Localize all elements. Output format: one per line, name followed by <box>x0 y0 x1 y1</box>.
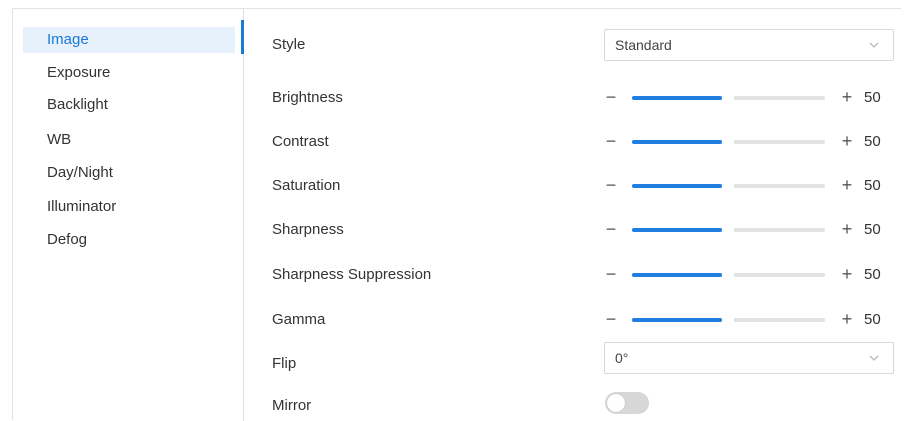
saturation-slider[interactable] <box>632 181 825 191</box>
brightness-slider[interactable] <box>632 93 825 103</box>
contrast-increase-button[interactable]: + <box>840 131 854 151</box>
contrast-slider[interactable] <box>632 137 825 147</box>
sidebar-item-illuminator[interactable]: Illuminator <box>23 194 235 220</box>
gamma-label: Gamma <box>272 311 326 328</box>
gamma-slider-handle[interactable] <box>722 315 734 325</box>
contrast-value: 50 <box>864 133 881 150</box>
sidebar-item-defog[interactable]: Defog <box>23 227 235 253</box>
sharpness-label: Sharpness <box>272 221 344 238</box>
style-select[interactable]: Standard <box>604 29 894 61</box>
contrast-label: Contrast <box>272 133 329 150</box>
style-label: Style <box>272 36 306 53</box>
saturation-decrease-button[interactable]: − <box>604 175 618 195</box>
sidebar-item-wb[interactable]: WB <box>23 127 235 153</box>
gamma-slider[interactable] <box>632 315 825 325</box>
saturation-slider-fill <box>632 184 722 188</box>
gamma-increase-button[interactable]: + <box>840 309 854 329</box>
chevron-down-icon <box>869 42 879 48</box>
saturation-label: Saturation <box>272 177 341 194</box>
saturation-increase-button[interactable]: + <box>840 175 854 195</box>
gamma-value: 50 <box>864 311 881 328</box>
sharpness-slider[interactable] <box>632 225 825 235</box>
gamma-slider-fill <box>632 318 722 322</box>
saturation-slider-handle[interactable] <box>722 181 734 191</box>
chevron-down-icon <box>869 355 879 361</box>
flip-select-value: 0° <box>615 350 629 366</box>
sharpness-suppression-slider-fill <box>632 273 722 277</box>
active-indicator <box>241 20 244 54</box>
sharpness-slider-handle[interactable] <box>722 225 734 235</box>
sharpness-suppression-value: 50 <box>864 266 881 283</box>
contrast-decrease-button[interactable]: − <box>604 131 618 151</box>
style-select-value: Standard <box>615 37 672 53</box>
sidebar-item-exposure[interactable]: Exposure <box>23 60 235 86</box>
flip-label: Flip <box>272 355 297 372</box>
brightness-label: Brightness <box>272 89 343 106</box>
sharpness-suppression-decrease-button[interactable]: − <box>604 264 618 284</box>
sharpness-suppression-increase-button[interactable]: + <box>840 264 854 284</box>
sharpness-increase-button[interactable]: + <box>840 219 854 239</box>
mirror-label: Mirror <box>272 397 312 414</box>
contrast-slider-fill <box>632 140 722 144</box>
brightness-slider-fill <box>632 96 722 100</box>
sharpness-suppression-label: Sharpness Suppression <box>272 266 432 283</box>
sharpness-value: 50 <box>864 221 881 238</box>
flip-select[interactable]: 0° <box>604 342 894 374</box>
brightness-decrease-button[interactable]: − <box>604 87 618 107</box>
gamma-decrease-button[interactable]: − <box>604 309 618 329</box>
sidebar-item-backlight[interactable]: Backlight <box>23 92 235 118</box>
sharpness-suppression-slider-handle[interactable] <box>722 270 734 280</box>
toggle-knob <box>607 394 625 412</box>
sharpness-decrease-button[interactable]: − <box>604 219 618 239</box>
sharpness-slider-fill <box>632 228 722 232</box>
mirror-toggle[interactable] <box>605 392 649 414</box>
brightness-value: 50 <box>864 89 881 106</box>
brightness-slider-handle[interactable] <box>722 93 734 103</box>
brightness-increase-button[interactable]: + <box>840 87 854 107</box>
saturation-value: 50 <box>864 177 881 194</box>
sidebar-item-image[interactable]: Image <box>23 27 235 53</box>
sharpness-suppression-slider[interactable] <box>632 270 825 280</box>
sidebar-item-day-night[interactable]: Day/Night <box>23 160 235 186</box>
contrast-slider-handle[interactable] <box>722 137 734 147</box>
